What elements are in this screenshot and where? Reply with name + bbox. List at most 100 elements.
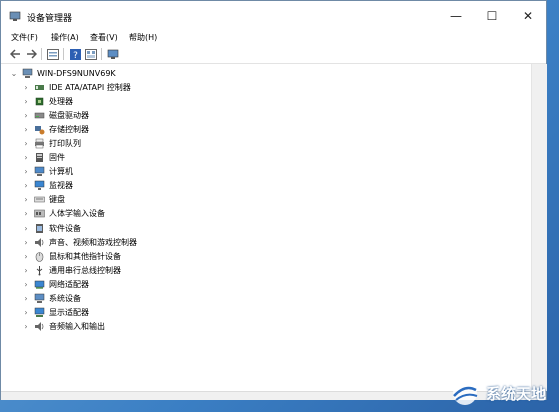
software-device-icon xyxy=(34,223,45,234)
tree-item[interactable]: › 声音、视频和游戏控制器 xyxy=(21,235,137,249)
forward-button[interactable] xyxy=(25,48,37,60)
tree-item[interactable]: › 音频输入和输出 xyxy=(21,320,105,334)
scan-hardware-button[interactable] xyxy=(107,48,119,60)
chevron-right-icon[interactable]: › xyxy=(21,250,31,262)
chevron-right-icon[interactable]: › xyxy=(21,208,31,220)
menu-bar: 文件(F) 操作(A) 查看(V) 帮助(H) xyxy=(1,31,546,45)
sound-icon xyxy=(34,237,45,248)
tree-item[interactable]: › 显示适配器 xyxy=(21,306,89,320)
menu-view[interactable]: 查看(V) xyxy=(90,32,118,43)
tree-item[interactable]: › 计算机 xyxy=(21,165,73,179)
forward-arrow-icon xyxy=(26,49,37,59)
tree-item[interactable]: › 存储控制器 xyxy=(21,122,89,136)
tree-item-label: 鼠标和其他指针设备 xyxy=(49,251,121,261)
tree-item[interactable]: › 打印队列 xyxy=(21,136,81,150)
tree-item[interactable]: › 键盘 xyxy=(21,193,65,207)
chevron-right-icon[interactable]: › xyxy=(21,278,31,290)
chevron-down-icon[interactable]: ⌄ xyxy=(9,67,19,79)
tree-item-label: 人体学输入设备 xyxy=(49,209,105,219)
tree-item-label: 键盘 xyxy=(49,195,65,205)
chevron-right-icon[interactable]: › xyxy=(21,137,31,149)
root-label: WIN-DFS9NUNV69K xyxy=(37,68,116,78)
computer-icon xyxy=(34,166,45,177)
view-button[interactable] xyxy=(85,48,97,60)
tree-item-label: 固件 xyxy=(49,153,65,162)
audio-io-icon xyxy=(34,321,45,332)
mouse-icon xyxy=(34,251,45,262)
help-button[interactable]: ? xyxy=(69,48,81,60)
chevron-right-icon[interactable]: › xyxy=(21,264,31,276)
tree-item-label: 存储控制器 xyxy=(49,124,89,134)
tree-item[interactable]: › 磁盘驱动器 xyxy=(21,108,89,122)
minimize-button[interactable]: — xyxy=(438,1,474,31)
tree-item[interactable]: › 通用串行总线控制器 xyxy=(21,263,121,277)
chevron-right-icon[interactable]: › xyxy=(21,81,31,93)
menu-action[interactable]: 操作(A) xyxy=(51,32,79,43)
usb-icon xyxy=(34,265,45,276)
menu-help[interactable]: 帮助(H) xyxy=(129,32,157,43)
tree-item-label: 通用串行总线控制器 xyxy=(49,265,121,275)
maximize-button[interactable]: ☐ xyxy=(474,1,510,31)
chevron-right-icon[interactable]: › xyxy=(21,307,31,319)
properties-button[interactable] xyxy=(47,48,59,60)
tree-item[interactable]: › 系统设备 xyxy=(21,292,81,306)
vertical-scrollbar[interactable] xyxy=(531,64,547,391)
close-button[interactable]: ✕ xyxy=(510,1,546,31)
tree-item-label: 监视器 xyxy=(49,181,73,191)
tree-item[interactable]: › 软件设备 xyxy=(21,221,81,235)
hid-icon xyxy=(34,208,45,219)
tree-item[interactable]: › 处理器 xyxy=(21,94,73,108)
tree-item-label: 磁盘驱动器 xyxy=(49,110,89,120)
tree-item-label: 音频输入和输出 xyxy=(49,322,105,332)
chevron-right-icon[interactable]: › xyxy=(21,321,31,333)
watermark-logo: 系统天地 xyxy=(450,376,555,410)
device-tree: ⌄ WIN-DFS9NUNV69K › IDE ATA/ATAPI 控制器 › 处理器… xyxy=(1,64,531,394)
tree-root-computer[interactable]: ⌄ WIN-DFS9NUNV69K xyxy=(9,66,116,80)
tree-item[interactable]: › 监视器 xyxy=(21,179,73,193)
chevron-right-icon[interactable]: › xyxy=(21,222,31,234)
storage-controller-icon xyxy=(34,124,45,135)
processor-icon xyxy=(34,96,45,107)
chevron-right-icon[interactable]: › xyxy=(21,123,31,135)
tree-item[interactable]: › 网络适配器 xyxy=(21,277,89,291)
tree-item-label: 显示适配器 xyxy=(49,308,89,318)
chevron-right-icon[interactable]: › xyxy=(21,236,31,248)
printer-icon xyxy=(34,138,45,149)
maximize-icon: ☐ xyxy=(486,9,498,23)
computer-icon xyxy=(22,68,33,79)
window-title: 设备管理器 xyxy=(27,14,73,24)
chevron-right-icon[interactable]: › xyxy=(21,95,31,107)
chevron-right-icon[interactable]: › xyxy=(21,293,31,305)
back-button[interactable] xyxy=(9,48,21,60)
chevron-right-icon[interactable]: › xyxy=(21,152,31,164)
close-icon: ✕ xyxy=(522,9,534,23)
chevron-right-icon[interactable]: › xyxy=(21,180,31,192)
tree-item[interactable]: › 固件 xyxy=(21,151,65,165)
properties-icon xyxy=(47,48,59,60)
view-icon xyxy=(85,48,97,60)
tree-item-label: 处理器 xyxy=(49,96,73,106)
monitor-icon xyxy=(34,180,45,191)
chevron-right-icon[interactable]: › xyxy=(21,194,31,206)
tree-item-label: 打印队列 xyxy=(49,138,81,148)
disk-drive-icon xyxy=(34,110,45,121)
tree-item[interactable]: › 人体学输入设备 xyxy=(21,207,105,221)
device-manager-window: 设备管理器 — ☐ ✕ 文件(F) 操作(A) 查看(V) 帮助(H) ? ⌄ … xyxy=(0,0,547,400)
tree-item[interactable]: › IDE ATA/ATAPI 控制器 xyxy=(21,80,130,94)
tree-item-label: 系统设备 xyxy=(49,294,81,303)
keyboard-icon xyxy=(34,194,45,205)
monitor-scan-icon xyxy=(107,49,119,59)
back-arrow-icon xyxy=(9,49,20,59)
firmware-icon xyxy=(34,152,45,163)
watermark-text: 系统天地 xyxy=(486,384,547,403)
network-adapter-icon xyxy=(34,279,45,290)
menu-file[interactable]: 文件(F) xyxy=(11,32,38,43)
ide-controller-icon xyxy=(34,82,45,93)
tree-item-label: 声音、视频和游戏控制器 xyxy=(49,237,137,247)
chevron-right-icon[interactable]: › xyxy=(21,109,31,121)
chevron-right-icon[interactable]: › xyxy=(21,166,31,178)
tree-item[interactable]: › 鼠标和其他指针设备 xyxy=(21,249,121,263)
device-manager-app-icon xyxy=(9,11,21,21)
system-device-icon xyxy=(34,293,45,304)
display-adapter-icon xyxy=(34,307,45,318)
